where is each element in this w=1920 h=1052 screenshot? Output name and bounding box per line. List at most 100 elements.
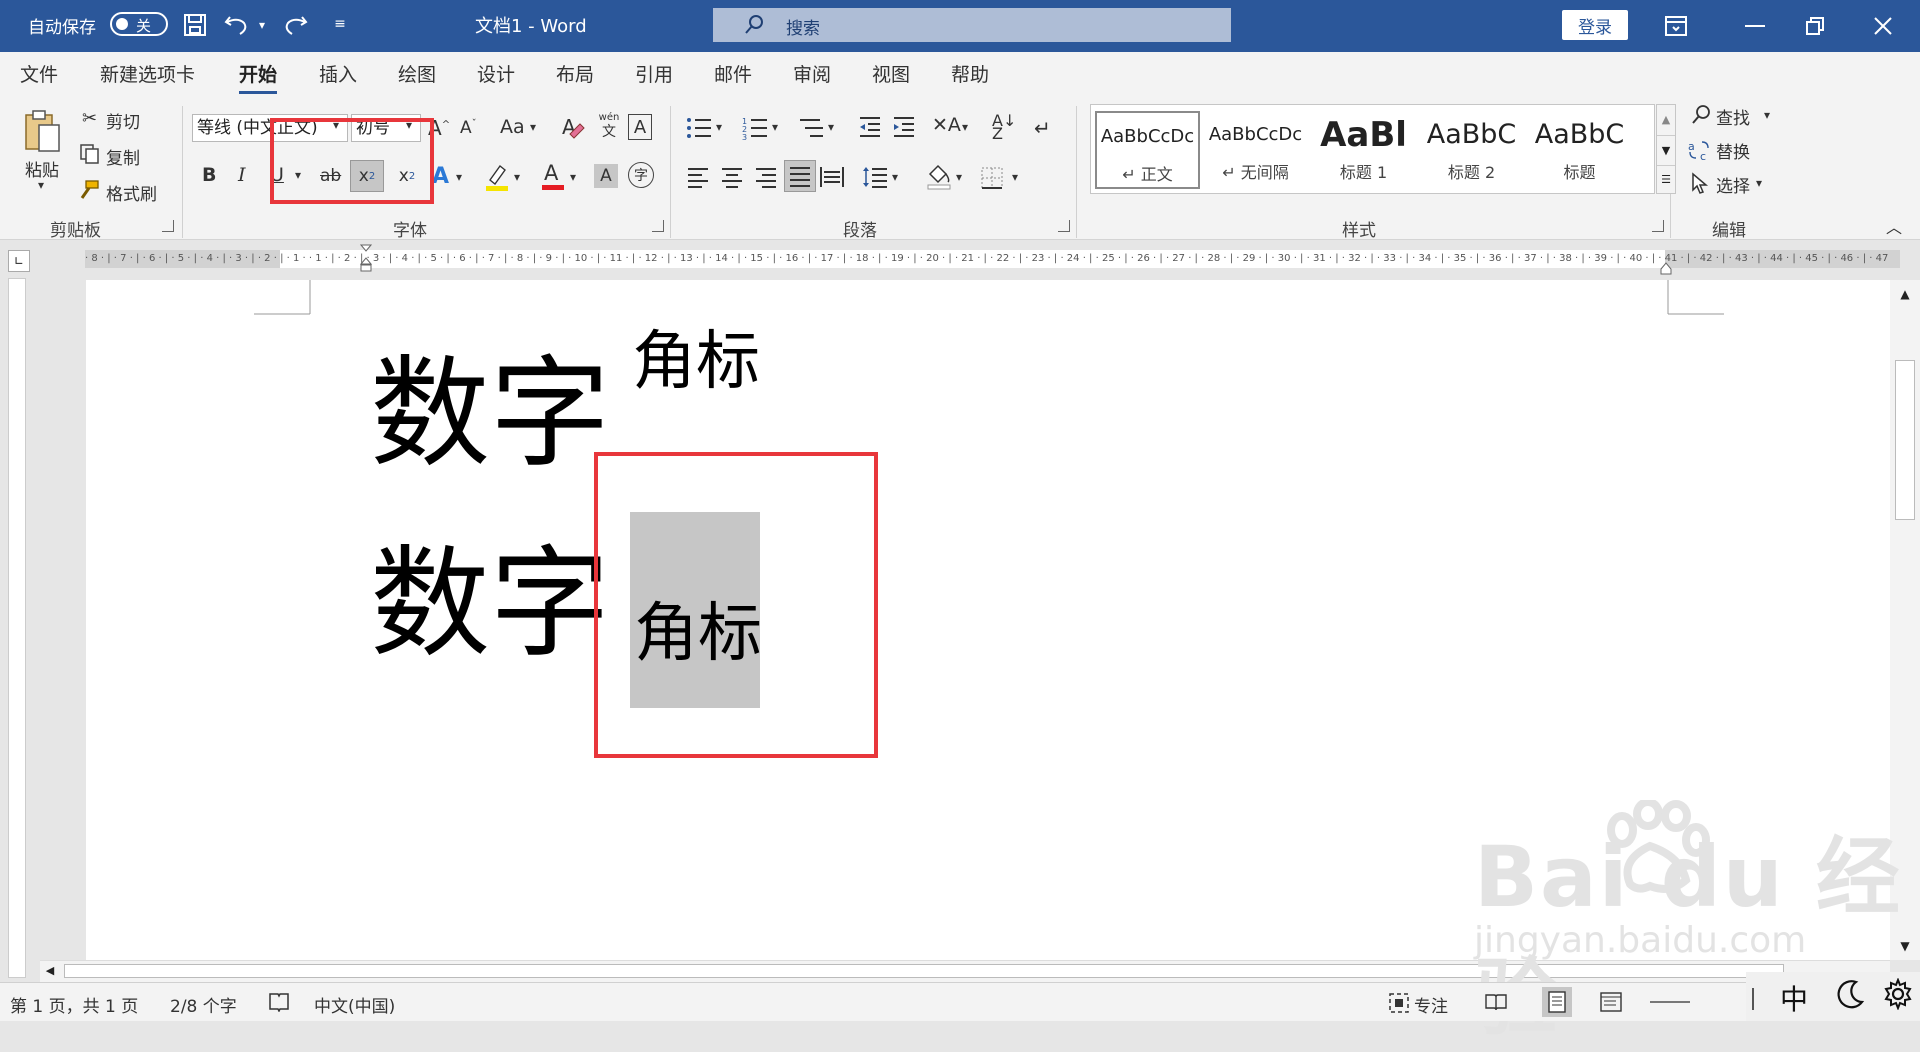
save-icon[interactable] xyxy=(180,10,210,40)
undo-icon[interactable] xyxy=(222,10,252,40)
gallery-down-icon[interactable]: ▼ xyxy=(1657,135,1675,165)
autosave-toggle[interactable]: 关 xyxy=(110,12,168,36)
font-color-icon[interactable]: A xyxy=(540,160,566,197)
status-language[interactable]: 中文(中国) xyxy=(314,992,395,1017)
phonetic-guide-icon[interactable]: wén 文 xyxy=(596,112,622,142)
gallery-more-icon[interactable]: ☰ xyxy=(1657,165,1675,193)
document-text-line1[interactable]: 数字 xyxy=(370,340,610,490)
cut-icon[interactable]: ✂ xyxy=(82,108,97,129)
chinese-layout-icon[interactable]: ✕A xyxy=(932,114,961,136)
login-button[interactable]: 登录 xyxy=(1562,10,1628,40)
tab-file[interactable]: 文件 xyxy=(16,60,62,90)
enclose-characters-icon[interactable]: 字 xyxy=(628,162,654,188)
tab-home[interactable]: 开始 xyxy=(235,60,281,94)
document-superscript[interactable]: 角标 xyxy=(632,322,760,402)
replace-icon[interactable]: ac xyxy=(1688,138,1712,167)
borders-dropdown-icon[interactable]: ▾ xyxy=(1012,170,1018,184)
close-icon[interactable] xyxy=(1868,12,1898,40)
tab-review[interactable]: 审阅 xyxy=(789,60,835,90)
chinese-layout-dropdown-icon[interactable]: ▾ xyxy=(962,120,968,134)
align-center-icon[interactable] xyxy=(720,166,744,193)
find-label[interactable]: 查找 xyxy=(1716,104,1750,129)
tab-insert[interactable]: 插入 xyxy=(315,60,361,90)
indent-marker-icon[interactable] xyxy=(359,244,373,274)
bullets-dropdown-icon[interactable]: ▾ xyxy=(716,120,722,134)
clipboard-launcher-icon[interactable] xyxy=(162,220,174,232)
paragraph-launcher-icon[interactable] xyxy=(1058,220,1070,232)
gallery-up-icon[interactable]: ▲ xyxy=(1657,105,1675,135)
bold-button[interactable]: B xyxy=(202,164,216,186)
style-item-heading-1[interactable]: AaBl 标题 1 xyxy=(1311,111,1416,189)
shrink-font-icon[interactable]: Aˇ xyxy=(460,118,477,138)
font-color-dropdown-icon[interactable]: ▾ xyxy=(570,170,576,184)
highlight-dropdown-icon[interactable]: ▾ xyxy=(514,170,520,184)
italic-button[interactable]: I xyxy=(238,164,246,186)
tab-view[interactable]: 视图 xyxy=(868,60,914,90)
web-layout-icon[interactable] xyxy=(1600,992,1622,1017)
scroll-up-icon[interactable]: ▲ xyxy=(1895,284,1915,304)
cut-label[interactable]: 剪切 xyxy=(106,108,140,133)
line-spacing-icon[interactable] xyxy=(862,166,888,193)
find-icon[interactable] xyxy=(1690,104,1712,131)
customize-quick-access-icon[interactable]: ≡ xyxy=(330,12,350,36)
character-shading-icon[interactable]: A xyxy=(594,164,618,188)
focus-label[interactable]: 专注 xyxy=(1414,992,1448,1017)
settings-gear-icon[interactable] xyxy=(1882,977,1914,1014)
replace-label[interactable]: 替换 xyxy=(1716,138,1750,163)
moon-icon[interactable] xyxy=(1836,978,1866,1014)
select-icon[interactable] xyxy=(1690,172,1710,199)
print-layout-icon[interactable] xyxy=(1542,987,1572,1017)
format-painter-label[interactable]: 格式刷 xyxy=(106,180,157,205)
select-label[interactable]: 选择 xyxy=(1716,172,1750,197)
tab-help[interactable]: 帮助 xyxy=(947,60,993,90)
style-item-normal[interactable]: AaBbCcDc ↵ 正文 xyxy=(1095,111,1200,189)
copy-icon[interactable] xyxy=(80,144,100,169)
scroll-left-icon[interactable]: ◀ xyxy=(40,961,60,981)
multilevel-dropdown-icon[interactable]: ▾ xyxy=(828,120,834,134)
vertical-scroll-thumb[interactable] xyxy=(1895,360,1915,520)
increase-indent-icon[interactable] xyxy=(892,116,916,143)
read-mode-icon[interactable] xyxy=(1484,992,1508,1017)
minimize-icon[interactable] xyxy=(1740,16,1770,36)
align-left-icon[interactable] xyxy=(686,166,710,193)
tab-selector-icon[interactable]: ∟ xyxy=(8,250,30,272)
search-box[interactable]: 搜索 xyxy=(713,8,1231,42)
text-effects-dropdown-icon[interactable]: ▾ xyxy=(456,170,462,184)
sort-icon[interactable]: A↓ Z xyxy=(992,113,1016,142)
paste-dropdown-icon[interactable]: ▾ xyxy=(38,178,44,192)
tab-layout[interactable]: 布局 xyxy=(552,60,598,90)
tab-mailings[interactable]: 邮件 xyxy=(710,60,756,90)
align-right-icon[interactable] xyxy=(754,166,778,193)
ime-language-indicator[interactable]: 中 xyxy=(1780,978,1808,1018)
tab-references[interactable]: 引用 xyxy=(631,60,677,90)
tab-design[interactable]: 设计 xyxy=(473,60,519,90)
paste-icon[interactable] xyxy=(18,108,68,154)
text-effects-icon[interactable]: A xyxy=(432,164,449,189)
right-indent-marker-icon[interactable] xyxy=(1660,260,1672,275)
format-painter-icon[interactable] xyxy=(78,180,100,205)
highlight-color-icon[interactable] xyxy=(484,162,510,197)
show-formatting-marks-icon[interactable]: ↵ xyxy=(1034,116,1051,140)
change-case-button[interactable]: Aa xyxy=(500,116,525,138)
style-item-no-spacing[interactable]: AaBbCcDc ↵ 无间隔 xyxy=(1203,111,1308,189)
styles-launcher-icon[interactable] xyxy=(1652,220,1664,232)
bullets-icon[interactable] xyxy=(686,116,712,145)
undo-dropdown-icon[interactable]: ▾ xyxy=(254,14,270,36)
numbering-icon[interactable]: 123 xyxy=(742,116,768,145)
style-item-heading-2[interactable]: AaBbC 标题 2 xyxy=(1419,111,1524,189)
status-word-count[interactable]: 2/8 个字 xyxy=(170,992,237,1017)
character-border-icon[interactable]: A xyxy=(628,114,652,140)
distributed-icon[interactable] xyxy=(820,166,844,193)
numbering-dropdown-icon[interactable]: ▾ xyxy=(772,120,778,134)
tab-draw[interactable]: 绘图 xyxy=(394,60,440,90)
borders-icon[interactable] xyxy=(980,166,1004,195)
zoom-slider[interactable] xyxy=(1650,1001,1690,1003)
justify-icon[interactable] xyxy=(784,160,816,192)
redo-icon[interactable] xyxy=(280,10,310,40)
restore-icon[interactable] xyxy=(1800,12,1830,40)
multilevel-list-icon[interactable] xyxy=(798,116,824,145)
clear-formatting-icon[interactable]: A xyxy=(560,114,586,145)
focus-icon[interactable] xyxy=(1388,992,1410,1019)
copy-label[interactable]: 复制 xyxy=(106,144,140,169)
status-page[interactable]: 第 1 页，共 1 页 xyxy=(10,992,138,1017)
